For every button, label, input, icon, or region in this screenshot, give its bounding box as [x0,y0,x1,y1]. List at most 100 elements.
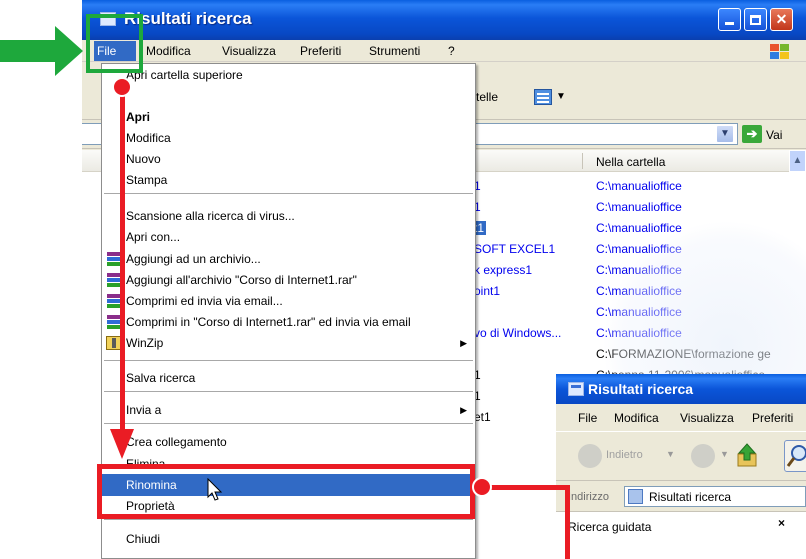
menu-item-apri-cartella-superiore[interactable]: Apri cartella superiore [102,64,475,86]
column-divider[interactable] [582,153,583,169]
search-results-icon [568,382,584,396]
scroll-up-button[interactable]: ▲ [789,150,806,172]
address-dropdown-button[interactable]: ▼ [716,125,734,143]
menu-item-label: Aggiungi all'archivio "Corso di Internet… [126,273,357,287]
menu-preferiti[interactable]: Preferiti [300,44,341,58]
menu-modifica[interactable]: Modifica [146,44,191,58]
window-2-title: Risultati ricerca [588,381,694,397]
row-folder: C:\manualioffice [596,326,682,340]
address-label-2: Indirizzo [568,491,609,503]
menu-item-label: Chiudi [126,532,161,546]
address-input-2[interactable]: Risultati ricerca [624,486,806,507]
menu-item-label: Apri [126,110,150,124]
row-folder: C:\manualioffice [596,200,682,214]
window-title: Risultati ricerca [124,9,252,28]
menu-item-modifica[interactable]: Modifica [102,127,475,149]
menu-item-label: Crea collegamento [126,435,227,449]
menu-item-label: Invia a [126,403,162,417]
toolbar-2: Indietro ▼ ▼ [556,431,806,481]
menu-separator [104,360,473,361]
menu-visualizza[interactable]: Visualizza [222,44,276,58]
menu-separator [104,423,473,424]
menu-item-comprimi-in-corso-di-internet1-rar-ed-invia-via-email[interactable]: Comprimi in "Corso di Internet1.rar" ed … [102,311,475,333]
menu-separator [104,391,473,392]
submenu-arrow-icon: ▶ [460,338,467,348]
close-icon[interactable]: × [778,516,785,530]
menu-item-label: Apri con... [126,230,181,244]
menu-item-chiudi[interactable]: Chiudi [102,528,475,550]
close-button[interactable]: ✕ [770,8,793,31]
go-arrow-icon[interactable]: ➔ [742,125,762,143]
menu-item-stampa[interactable]: Stampa [102,169,475,191]
chevron-down-icon[interactable]: ▼ [666,449,675,459]
back-arrow-icon[interactable] [578,444,602,468]
chevron-down-icon[interactable]: ▼ [720,449,729,459]
search-companion-pane: Ricerca guidata × [556,511,806,559]
menu-separator [104,519,473,520]
menu-item-label: Stampa [126,173,168,187]
views-button[interactable]: ▼ [532,87,566,109]
menu-item-nuovo[interactable]: Nuovo [102,148,475,170]
row-file-name: SOFT EXCEL1 [474,242,556,256]
annotation-red-connector [484,485,569,490]
search-button[interactable] [784,440,806,472]
menu-item-comprimi-ed-invia-via-email[interactable]: Comprimi ed invia via email... [102,290,475,312]
annotation-red-dot [472,477,492,497]
menu-item-label: Aggiungi ad un archivio... [126,252,261,266]
go-button-label[interactable]: Vai [766,128,782,142]
menu-help[interactable]: ? [448,44,455,58]
menu-item-crea-collegamento[interactable]: Crea collegamento [102,431,475,453]
title-bar: Risultati ricerca ✕ [82,0,806,40]
winrar-icon [107,315,121,329]
annotation-red-dot [112,77,132,97]
search-companion-title: Ricerca guidata [568,520,652,534]
forward-arrow-icon[interactable] [691,444,715,468]
folder-up-icon[interactable] [736,442,758,468]
maximize-button[interactable] [744,8,767,31]
menu-item-aggiungi-ad-un-archivio[interactable]: Aggiungi ad un archivio... [102,248,475,270]
winrar-icon [107,273,121,287]
annotation-red-connector [120,86,125,431]
menu-item-apri[interactable]: Apri [102,106,475,128]
menu-item-apri-con[interactable]: Apri con... [102,226,475,248]
address-value-2: Risultati ricerca [649,490,732,504]
menu-item-label: Scansione alla ricerca di virus... [126,209,295,223]
search-results-icon [628,489,643,504]
back-button-label[interactable]: Indietro [606,449,643,461]
menu-item-winzip[interactable]: WinZip ▶ [102,332,475,354]
menu-bar: File Modifica Visualizza Preferiti Strum… [82,40,806,62]
row-file-name: vo di Windows... [474,326,562,340]
views-icon [534,89,552,105]
minimize-button[interactable] [718,8,741,31]
address-bar-2: Indirizzo Risultati ricerca [556,482,806,510]
menu-item-label: Modifica [126,131,171,145]
menu-file-2[interactable]: File [578,411,597,425]
menu-item-salva-ricerca[interactable]: Salva ricerca [102,367,475,389]
menu-preferiti-2[interactable]: Preferiti [752,411,793,425]
search-results-window-2: Risultati ricerca File Modifica Visualiz… [556,374,806,559]
menu-item-aggiungi-all-archivio-corso-di-internet1-rar[interactable]: Aggiungi all'archivio "Corso di Internet… [102,269,475,291]
menu-modifica-2[interactable]: Modifica [614,411,659,425]
menu-strumenti[interactable]: Strumenti [369,44,420,58]
winrar-icon [107,252,121,266]
row-folder: C:\manualioffice [596,221,682,235]
row-folder: C:\manualioffice [596,284,682,298]
chevron-down-icon: ▼ [556,91,566,102]
column-header-in-folder[interactable]: Nella cartella [596,155,665,169]
annotation-red-highlight-box [97,464,475,519]
menu-item-label: Apri cartella superiore [126,68,243,82]
row-folder: C:\manualioffice [596,305,682,319]
menu-visualizza-2[interactable]: Visualizza [680,411,734,425]
menu-item-label: Salva ricerca [126,371,196,385]
row-file-name: et1 [474,410,491,424]
winrar-icon [107,294,121,308]
row-file-name: k express1 [474,263,533,277]
menu-item-label: Comprimi ed invia via email... [126,294,283,308]
menu-item-scansione-alla-ricerca-di-virus[interactable]: Scansione alla ricerca di virus... [102,205,475,227]
row-file-name: oint1 [474,284,501,298]
annotation-red-arrowhead [110,429,134,459]
menu-item-invia-a[interactable]: Invia a ▶ [102,399,475,421]
row-folder: C:\manualioffice [596,263,682,277]
menu-separator [104,193,473,194]
title-bar-2: Risultati ricerca [556,374,806,404]
